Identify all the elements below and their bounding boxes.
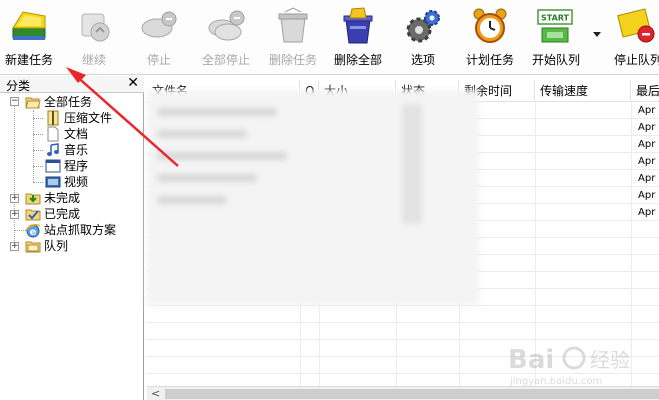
program-window-icon bbox=[45, 159, 61, 173]
scheduler-label: 计划任务 bbox=[465, 53, 514, 67]
category-panel-title: 分类 bbox=[6, 79, 31, 93]
close-icon[interactable]: ✕ bbox=[127, 75, 139, 91]
ie-globe-icon: e bbox=[25, 223, 41, 238]
table-row bbox=[147, 306, 659, 323]
tree-item-label: 视频 bbox=[64, 175, 89, 189]
category-panel: 分类 ✕ − 全部任务 压缩文件 文档 音乐 程序 视频 + 未完成 + 已完成… bbox=[0, 75, 144, 400]
tree-expander[interactable]: + bbox=[10, 210, 19, 219]
open-folder-icon bbox=[25, 97, 41, 109]
last-try-cell: Apr 1 bbox=[638, 156, 659, 167]
scrollbar-thumb[interactable] bbox=[165, 389, 659, 399]
tree-expander[interactable]: + bbox=[10, 242, 19, 251]
document-icon bbox=[47, 126, 59, 142]
last-try-cell: Apr 1 bbox=[638, 190, 659, 201]
tree-item-label: 压缩文件 bbox=[64, 111, 113, 125]
tree-item-label: 已完成 bbox=[44, 207, 81, 221]
last-try-cell: Apr 1 bbox=[638, 122, 659, 133]
delete-all-label: 删除全部 bbox=[333, 53, 382, 67]
tree-item-label: 文档 bbox=[64, 127, 89, 141]
stop-queue-icon bbox=[617, 8, 655, 43]
incomplete-folder-icon bbox=[25, 193, 41, 205]
stop-button[interactable]: 停止 bbox=[131, 0, 187, 75]
options-button[interactable]: 选项 bbox=[398, 0, 448, 75]
svg-text:经验: 经验 bbox=[590, 348, 630, 372]
delete-all-icon bbox=[343, 7, 373, 44]
delete-task-button[interactable]: 删除任务 bbox=[263, 0, 323, 75]
resume-label: 继续 bbox=[81, 53, 106, 67]
stop-queue-button[interactable]: 停止队列 bbox=[609, 0, 659, 75]
start-queue-label: 开始队列 bbox=[531, 53, 580, 67]
start-queue-text: START bbox=[541, 14, 570, 23]
start-queue-button[interactable]: START 开始队列 bbox=[527, 0, 585, 75]
scheduler-button[interactable]: 计划任务 bbox=[461, 0, 519, 75]
completed-folder-icon bbox=[25, 209, 41, 221]
tree-connector bbox=[33, 166, 43, 167]
video-film-icon bbox=[45, 176, 61, 188]
stop-all-label: 全部停止 bbox=[201, 53, 250, 67]
new-task-button[interactable]: 新建任务 bbox=[0, 0, 58, 75]
start-queue-icon: START bbox=[537, 9, 573, 43]
baidu-jingyan-watermark: Bai 经验 jingyan.baidu.com bbox=[508, 345, 630, 387]
column-header-last-try[interactable]: 最后 bbox=[631, 80, 659, 102]
delete-task-label: 删除任务 bbox=[268, 53, 317, 67]
tree-item-label: 未完成 bbox=[44, 191, 81, 205]
svg-text:jingyan.baidu.com: jingyan.baidu.com bbox=[509, 376, 602, 387]
new-task-icon bbox=[12, 11, 46, 40]
tree-connector bbox=[33, 182, 43, 183]
tree-item-label: 全部任务 bbox=[44, 95, 93, 109]
stop-queue-label: 停止队列 bbox=[613, 53, 659, 67]
tree-connector bbox=[33, 150, 43, 151]
category-panel-header: 分类 ✕ bbox=[0, 75, 144, 93]
scroll-left-icon[interactable]: < bbox=[151, 387, 160, 400]
stop-all-icon bbox=[208, 10, 245, 41]
new-task-label: 新建任务 bbox=[4, 53, 53, 67]
tree-item-label: 音乐 bbox=[64, 143, 89, 157]
archive-icon bbox=[47, 110, 59, 126]
options-label: 选项 bbox=[410, 53, 435, 67]
resume-icon bbox=[81, 13, 110, 42]
stop-label: 停止 bbox=[146, 53, 171, 67]
tree-connector bbox=[14, 105, 15, 245]
delete-all-button[interactable]: 删除全部 bbox=[331, 0, 385, 75]
stop-all-button[interactable]: 全部停止 bbox=[196, 0, 256, 75]
tree-item-label: 队列 bbox=[44, 239, 69, 253]
tree-expander[interactable]: + bbox=[10, 194, 19, 203]
music-note-icon bbox=[47, 143, 59, 156]
delete-task-icon bbox=[278, 7, 308, 43]
last-try-cell: Apr 1 bbox=[638, 105, 659, 116]
stop-icon bbox=[141, 11, 177, 38]
toolbar: 新建任务 继续 停止 全部停止 删除任务 删除全部 选项 计划任务 START … bbox=[0, 0, 659, 75]
last-try-cell: Apr 1 bbox=[638, 207, 659, 218]
resume-button[interactable]: 继续 bbox=[66, 0, 122, 75]
queue-folder-icon bbox=[25, 241, 41, 253]
last-try-cell: Apr 1 bbox=[638, 139, 659, 150]
tree-item-label: 程序 bbox=[64, 159, 89, 173]
chevron-down-icon[interactable] bbox=[591, 28, 603, 40]
tree-item-label: 站点抓取方案 bbox=[44, 223, 117, 237]
tree-connector bbox=[33, 134, 43, 135]
svg-text:Bai: Bai bbox=[508, 345, 554, 375]
table-row bbox=[147, 323, 659, 340]
svg-text:e: e bbox=[30, 227, 37, 238]
blurred-file-area bbox=[147, 90, 479, 306]
column-header-transfer-rate[interactable]: 传输速度 bbox=[535, 80, 631, 102]
options-gear-icon bbox=[406, 10, 440, 43]
tree-connector bbox=[33, 118, 43, 119]
tree-connector bbox=[33, 110, 34, 182]
last-try-cell: Apr 1 bbox=[638, 173, 659, 184]
scheduler-clock-icon bbox=[473, 8, 507, 43]
tree-expander[interactable]: − bbox=[10, 97, 19, 106]
